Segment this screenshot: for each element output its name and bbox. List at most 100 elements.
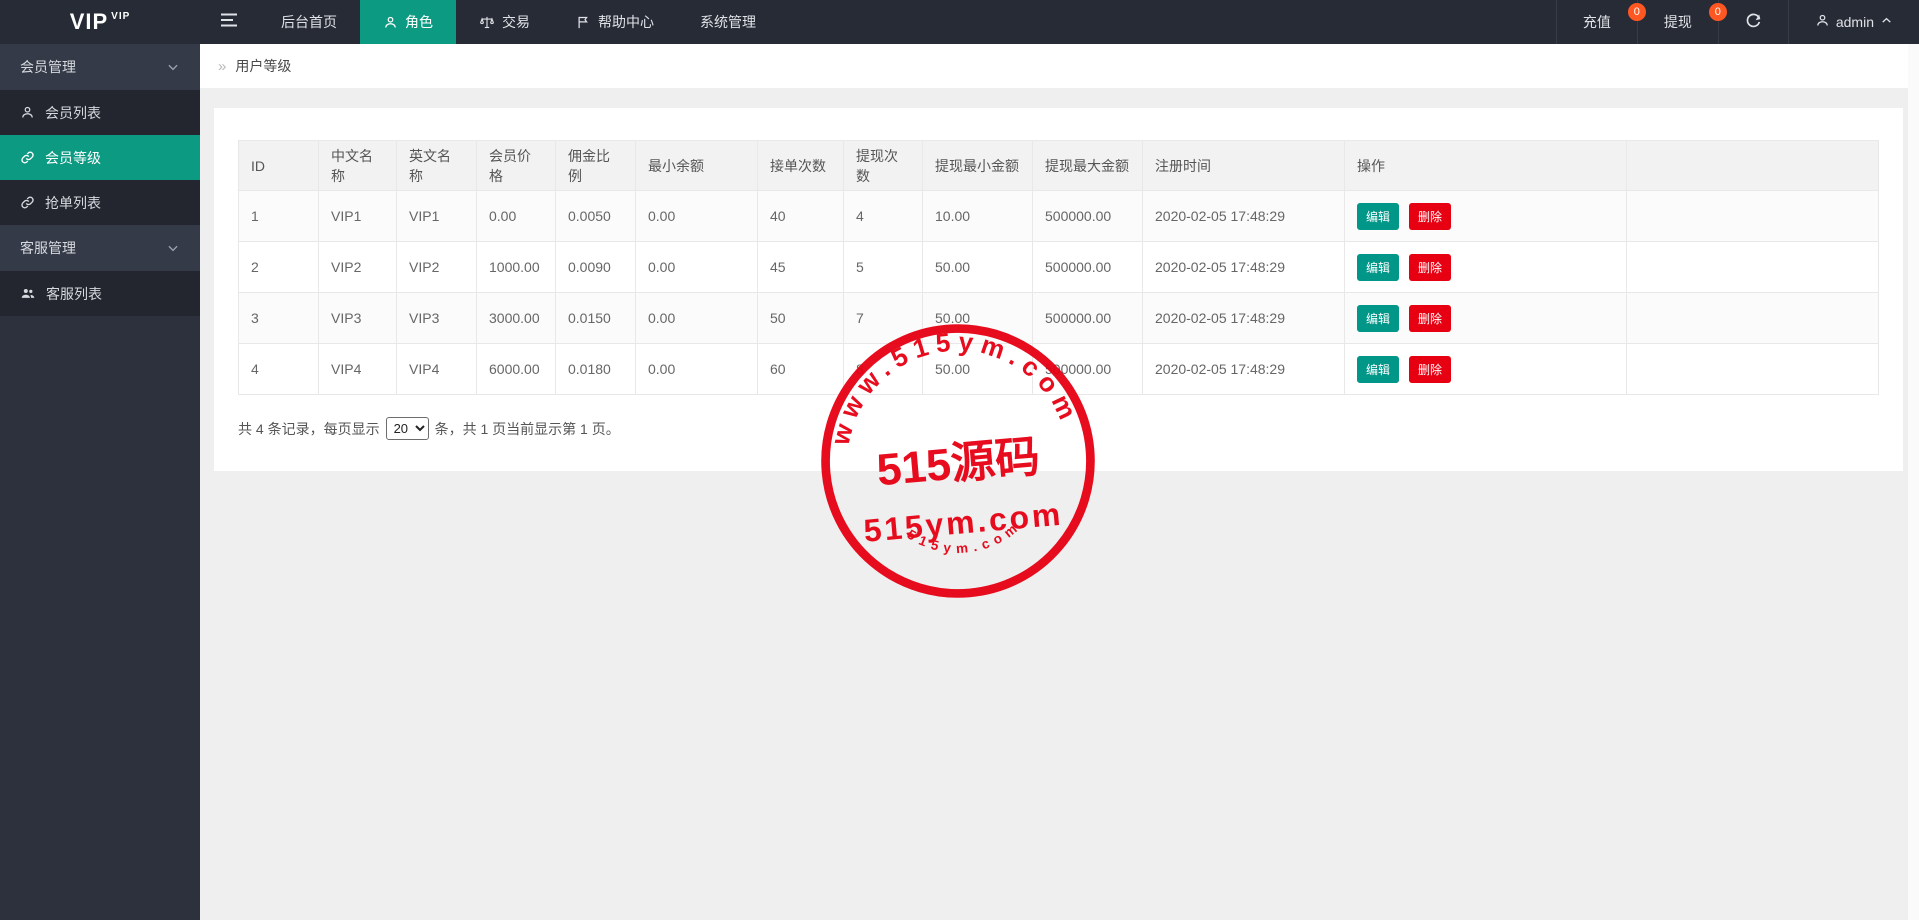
table-row: 3 VIP3 VIP3 3000.00 0.0150 0.00 50 7 50.00 500000… <box>238 292 1879 344</box>
table-cell: 0.00 <box>635 292 758 344</box>
table-cell: 5 <box>843 241 923 293</box>
scrollbar[interactable] <box>1908 44 1919 920</box>
delete-button[interactable]: 删除 <box>1409 355 1452 383</box>
table-cell: 50.00 <box>922 343 1033 395</box>
table-cell: 45 <box>757 241 844 293</box>
nav-label: 交易 <box>502 14 530 30</box>
user-menu[interactable]: admin <box>1787 0 1919 44</box>
withdraw-badge: 0 <box>1708 3 1727 21</box>
table-cell-empty <box>1626 190 1879 242</box>
table-cell: 500000.00 <box>1032 241 1143 293</box>
withdraw-button[interactable]: 提现 0 <box>1636 0 1727 44</box>
breadcrumb: » 用户等级 <box>200 44 1919 88</box>
table-header-cell: 会员价格 <box>476 140 556 191</box>
table-cell-actions: 编辑 删除 <box>1344 292 1627 344</box>
person-icon <box>383 15 398 30</box>
sidebar: 会员管理 会员列表 会员等级 抢单列表 客服管理 客服列表 <box>0 44 200 920</box>
users-icon <box>20 286 36 301</box>
nav-item-system-management[interactable]: 系统管理 <box>677 0 779 44</box>
table-cell: 0.0050 <box>555 190 636 242</box>
table-row: 4 VIP4 VIP4 6000.00 0.0180 0.00 60 8 50.00 500000… <box>238 343 1879 395</box>
nav-label: 后台首页 <box>281 14 337 30</box>
flag-icon <box>576 15 591 30</box>
table-cell: 50 <box>757 292 844 344</box>
refresh-button[interactable] <box>1717 0 1788 44</box>
chevron-down-icon <box>166 241 180 255</box>
top-navigation: 后台首页 角色 交易 帮助中心 系统管理 <box>258 0 779 44</box>
table-cell: 2020-02-05 17:48:29 <box>1142 241 1345 293</box>
sidebar-item-member-list[interactable]: 会员列表 <box>0 90 200 135</box>
topbar-right: 充值 0 提现 0 admin <box>1555 0 1919 44</box>
edit-button[interactable]: 编辑 <box>1357 253 1400 281</box>
user-level-table: ID 中文名称 英文名称 会员价格 佣金比例 最小余额 接单次数 提现次数 提现最小金额 提现最大… <box>238 140 1879 395</box>
table-cell: 1 <box>238 190 319 242</box>
table-cell: 1000.00 <box>476 241 556 293</box>
table-cell-empty <box>1626 241 1879 293</box>
table-cell: 40 <box>757 190 844 242</box>
sidebar-toggle-button[interactable] <box>200 0 258 44</box>
table-cell-actions: 编辑 删除 <box>1344 241 1627 293</box>
edit-button[interactable]: 编辑 <box>1357 202 1400 230</box>
table-body: 1 VIP1 VIP1 0.00 0.0050 0.00 40 4 10.00 500000.00… <box>238 190 1879 395</box>
edit-button[interactable]: 编辑 <box>1357 355 1400 383</box>
table-header-cell: 接单次数 <box>757 140 844 191</box>
table-header-cell: 提现次数 <box>843 140 923 191</box>
table-cell-empty <box>1626 343 1879 395</box>
table-header-cell: 最小余额 <box>635 140 758 191</box>
sidebar-group-label: 会员管理 <box>20 59 76 75</box>
nav-label: 系统管理 <box>700 14 756 30</box>
page-size-select[interactable]: 20 <box>385 417 429 440</box>
table-cell: 50.00 <box>922 241 1033 293</box>
chevron-up-icon <box>1880 14 1893 30</box>
table-cell: 4 <box>238 343 319 395</box>
sidebar-item-customer-service-list[interactable]: 客服列表 <box>0 271 200 316</box>
table-cell: VIP4 <box>396 343 477 395</box>
delete-button[interactable]: 删除 <box>1409 304 1452 332</box>
table-cell: 0.00 <box>635 343 758 395</box>
table-cell: 0.00 <box>635 190 758 242</box>
nav-item-roles[interactable]: 角色 <box>360 0 456 44</box>
sidebar-item-label: 抢单列表 <box>45 194 101 211</box>
content-card: ID 中文名称 英文名称 会员价格 佣金比例 最小余额 接单次数 提现次数 提现最小金额 提现最大… <box>214 108 1903 471</box>
table-header-cell: 注册时间 <box>1142 140 1345 191</box>
table-cell: VIP3 <box>318 292 397 344</box>
table-cell-actions: 编辑 删除 <box>1344 343 1627 395</box>
table-cell: 0.00 <box>476 190 556 242</box>
breadcrumb-arrow-icon: » <box>218 57 227 75</box>
table-header-row: ID 中文名称 英文名称 会员价格 佣金比例 最小余额 接单次数 提现次数 提现最小金额 提现最大… <box>238 140 1879 191</box>
table-cell: 60 <box>757 343 844 395</box>
table-cell: 0.00 <box>635 241 758 293</box>
table-cell: 0.0090 <box>555 241 636 293</box>
nav-item-help-center[interactable]: 帮助中心 <box>553 0 677 44</box>
sidebar-group-label: 客服管理 <box>20 240 76 256</box>
link-icon <box>20 150 35 165</box>
table-cell: VIP4 <box>318 343 397 395</box>
pagination: 共 4 条记录，每页显示 20 条，共 1 页当前显示第 1 页。 <box>238 417 1879 440</box>
delete-button[interactable]: 删除 <box>1409 202 1452 230</box>
delete-button[interactable]: 删除 <box>1409 253 1452 281</box>
table-header-cell: 提现最小金额 <box>922 140 1033 191</box>
sidebar-group-member-management[interactable]: 会员管理 <box>0 44 200 90</box>
table-header-cell: 佣金比例 <box>555 140 636 191</box>
table-cell: 500000.00 <box>1032 343 1143 395</box>
withdraw-label: 提现 <box>1663 14 1692 30</box>
table-cell: 2020-02-05 17:48:29 <box>1142 190 1345 242</box>
pagination-suffix-text: 条，共 1 页当前显示第 1 页。 <box>434 420 620 437</box>
sidebar-item-member-level[interactable]: 会员等级 <box>0 135 200 180</box>
user-name: admin <box>1835 14 1874 30</box>
recharge-label: 充值 <box>1582 14 1611 30</box>
table-cell: VIP1 <box>318 190 397 242</box>
nav-label: 角色 <box>405 14 433 30</box>
sidebar-group-customer-service[interactable]: 客服管理 <box>0 225 200 271</box>
sidebar-item-label: 会员列表 <box>45 104 101 121</box>
recharge-button[interactable]: 充值 0 <box>1555 0 1646 44</box>
nav-item-trade[interactable]: 交易 <box>456 0 553 44</box>
table-cell: 0.0150 <box>555 292 636 344</box>
table-header-cell: 提现最大金额 <box>1032 140 1143 191</box>
edit-button[interactable]: 编辑 <box>1357 304 1400 332</box>
nav-label: 帮助中心 <box>598 14 654 30</box>
nav-item-dashboard[interactable]: 后台首页 <box>258 0 360 44</box>
sidebar-item-order-grab-list[interactable]: 抢单列表 <box>0 180 200 225</box>
table-cell: 6000.00 <box>476 343 556 395</box>
table-cell: 500000.00 <box>1032 190 1143 242</box>
